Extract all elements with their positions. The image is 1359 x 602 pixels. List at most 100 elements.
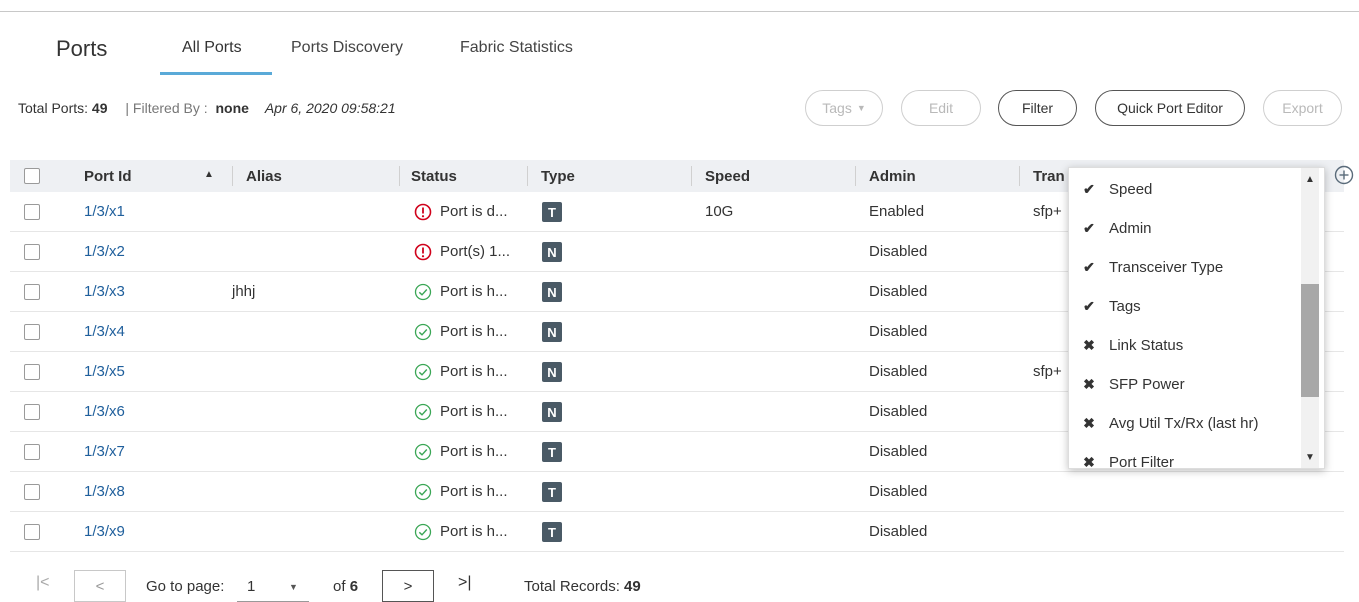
row-checkbox[interactable] (24, 284, 40, 300)
status-cell[interactable]: Port is h... (440, 512, 508, 552)
column-chooser-scrollbar[interactable] (1301, 284, 1319, 397)
column-option[interactable]: ✔ Speed (1069, 170, 1301, 209)
type-badge: N (542, 242, 562, 262)
row-checkbox[interactable] (24, 244, 40, 260)
scroll-down-icon[interactable]: ▼ (1305, 452, 1315, 463)
admin-cell: Disabled (869, 283, 928, 300)
admin-cell: Disabled (869, 363, 928, 380)
column-divider (1019, 166, 1020, 186)
page-select[interactable]: 1 ▼ (237, 572, 309, 602)
port-id-link[interactable]: 1/3/x8 (84, 472, 125, 512)
tags-button-label: Tags (822, 100, 852, 116)
table-row[interactable] (10, 512, 1344, 552)
column-chooser-dropdown[interactable]: ✔ Speed ✔ Admin ✔ Transceiver Type ✔ Tags ✖ Link … (1068, 167, 1325, 469)
check-circle-icon (414, 363, 432, 381)
quick-port-editor-button[interactable]: Quick Port Editor (1095, 90, 1245, 126)
tab-all-ports[interactable]: All Ports (182, 39, 242, 57)
port-id-link[interactable]: 1/3/x6 (84, 392, 125, 432)
column-option[interactable]: ✔ Admin (1069, 209, 1301, 248)
admin-cell: Disabled (869, 523, 928, 540)
page-select-value: 1 (247, 578, 256, 595)
column-divider (855, 166, 856, 186)
speed-cell: 10G (705, 203, 734, 220)
column-divider (232, 166, 233, 186)
type-badge: N (542, 282, 562, 302)
column-header-alias[interactable]: Alias (246, 168, 282, 185)
next-page-button[interactable]: > (382, 570, 434, 602)
column-option[interactable]: ✖ Port Filter (1069, 443, 1301, 469)
type-badge: T (542, 202, 562, 222)
total-ports-label: Total Ports: (18, 100, 89, 116)
page-title: Ports (56, 36, 108, 61)
column-option-label: Tags (1109, 298, 1141, 315)
port-id-link[interactable]: 1/3/x7 (84, 432, 125, 472)
prev-page-button[interactable]: < (74, 570, 126, 602)
export-button[interactable]: Export (1263, 90, 1342, 126)
x-icon: ✖ (1083, 337, 1095, 353)
port-id-link[interactable]: 1/3/x3 (84, 272, 125, 312)
port-id-link[interactable]: 1/3/x5 (84, 352, 125, 392)
row-checkbox[interactable] (24, 204, 40, 220)
total-ports-value: 49 (91, 100, 108, 116)
column-option[interactable]: ✔ Transceiver Type (1069, 248, 1301, 287)
status-cell[interactable]: Port is d... (440, 192, 508, 232)
column-option-label: Speed (1109, 181, 1153, 198)
add-column-button[interactable] (1334, 165, 1354, 185)
column-divider (527, 166, 528, 186)
row-checkbox[interactable] (24, 404, 40, 420)
admin-cell: Enabled (869, 203, 925, 220)
column-option[interactable]: ✖ SFP Power (1069, 365, 1301, 404)
first-page-button[interactable]: |< (36, 574, 50, 592)
row-checkbox[interactable] (24, 364, 40, 380)
column-header-status[interactable]: Status (411, 168, 457, 185)
scroll-up-icon[interactable]: ▲ (1305, 174, 1315, 185)
check-circle-icon (414, 523, 432, 541)
column-option[interactable]: ✔ Tags (1069, 287, 1301, 326)
admin-cell: Disabled (869, 403, 928, 420)
status-cell[interactable]: Port is h... (440, 392, 508, 432)
filtered-by-label: | Filtered By : (125, 100, 208, 116)
column-header-speed[interactable]: Speed (705, 168, 750, 185)
row-checkbox[interactable] (24, 524, 40, 540)
tab-fabric-statistics[interactable]: Fabric Statistics (460, 39, 573, 57)
status-cell[interactable]: Port is h... (440, 432, 508, 472)
select-all-checkbox[interactable] (24, 168, 40, 184)
chevron-down-icon: ▼ (289, 582, 298, 592)
port-id-link[interactable]: 1/3/x1 (84, 192, 125, 232)
type-badge: T (542, 442, 562, 462)
type-badge: N (542, 402, 562, 422)
column-option-label: Avg Util Tx/Rx (last hr) (1109, 415, 1259, 432)
status-cell[interactable]: Port is h... (440, 312, 508, 352)
column-option[interactable]: ✖ Avg Util Tx/Rx (last hr) (1069, 404, 1301, 443)
table-row[interactable] (10, 472, 1344, 512)
transceiver-cell: sfp+ (1033, 363, 1062, 380)
type-badge: T (542, 482, 562, 502)
check-icon: ✔ (1083, 181, 1095, 197)
status-cell[interactable]: Port is h... (440, 352, 508, 392)
sort-asc-icon[interactable]: ▲ (204, 169, 214, 180)
status-cell[interactable]: Port is h... (440, 272, 508, 312)
row-checkbox[interactable] (24, 484, 40, 500)
column-header-type[interactable]: Type (541, 168, 575, 185)
go-to-page-label: Go to page: (146, 578, 225, 595)
port-id-link[interactable]: 1/3/x9 (84, 512, 125, 552)
row-checkbox[interactable] (24, 444, 40, 460)
tab-ports-discovery[interactable]: Ports Discovery (291, 39, 403, 57)
filter-button[interactable]: Filter (998, 90, 1077, 126)
edit-button[interactable]: Edit (901, 90, 981, 126)
row-checkbox[interactable] (24, 324, 40, 340)
column-option[interactable]: ✖ Link Status (1069, 326, 1301, 365)
column-header-admin[interactable]: Admin (869, 168, 916, 185)
port-id-link[interactable]: 1/3/x4 (84, 312, 125, 352)
check-icon: ✔ (1083, 298, 1095, 314)
port-id-link[interactable]: 1/3/x2 (84, 232, 125, 272)
status-cell[interactable]: Port is h... (440, 472, 508, 512)
tags-button[interactable]: Tags ▼ (805, 90, 883, 126)
last-page-button[interactable]: >| (458, 574, 472, 592)
column-header-transceiver[interactable]: Tran (1033, 168, 1065, 185)
status-cell[interactable]: Port(s) 1... (440, 232, 510, 272)
x-icon: ✖ (1083, 454, 1095, 469)
column-option-label: Port Filter (1109, 454, 1175, 469)
column-header-port-id[interactable]: Port Id (84, 168, 132, 185)
check-circle-icon (414, 323, 432, 341)
